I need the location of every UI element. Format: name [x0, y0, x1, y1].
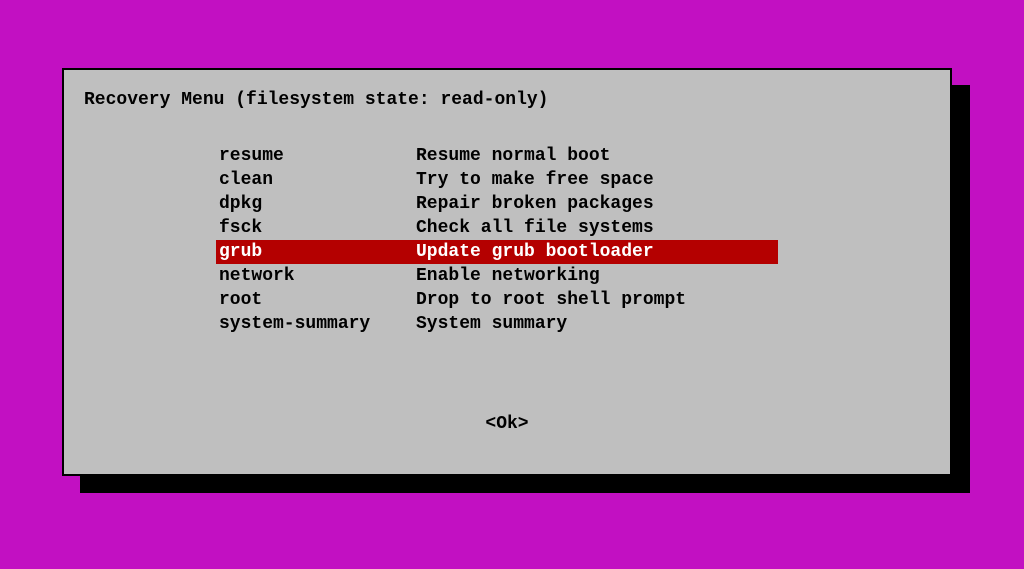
menu-desc: Check all file systems [416, 218, 778, 238]
menu-key: resume [216, 146, 416, 166]
menu-key: root [216, 290, 416, 310]
menu-key: system-summary [216, 314, 416, 334]
menu-key: clean [216, 170, 416, 190]
menu-item-system-summary[interactable]: system-summary System summary [216, 312, 778, 336]
menu-item-resume[interactable]: resume Resume normal boot [216, 144, 778, 168]
menu-list: resume Resume normal boot clean Try to m… [216, 144, 778, 336]
menu-item-fsck[interactable]: fsck Check all file systems [216, 216, 778, 240]
menu-item-network[interactable]: network Enable networking [216, 264, 778, 288]
menu-desc: Update grub bootloader [416, 242, 778, 262]
menu-desc: Resume normal boot [416, 146, 778, 166]
menu-desc: Try to make free space [416, 170, 778, 190]
menu-item-root[interactable]: root Drop to root shell prompt [216, 288, 778, 312]
menu-item-dpkg[interactable]: dpkg Repair broken packages [216, 192, 778, 216]
menu-desc: System summary [416, 314, 778, 334]
menu-item-clean[interactable]: clean Try to make free space [216, 168, 778, 192]
menu-desc: Repair broken packages [416, 194, 778, 214]
menu-desc: Enable networking [416, 266, 778, 286]
menu-key: fsck [216, 218, 416, 238]
dialog-title: Recovery Menu (filesystem state: read-on… [84, 90, 548, 110]
ok-button[interactable]: <Ok> [485, 414, 528, 434]
menu-item-grub[interactable]: grub Update grub bootloader [216, 240, 778, 264]
menu-key: dpkg [216, 194, 416, 214]
recovery-menu-dialog: Recovery Menu (filesystem state: read-on… [62, 68, 952, 476]
menu-key: grub [216, 242, 416, 262]
menu-key: network [216, 266, 416, 286]
menu-desc: Drop to root shell prompt [416, 290, 778, 310]
